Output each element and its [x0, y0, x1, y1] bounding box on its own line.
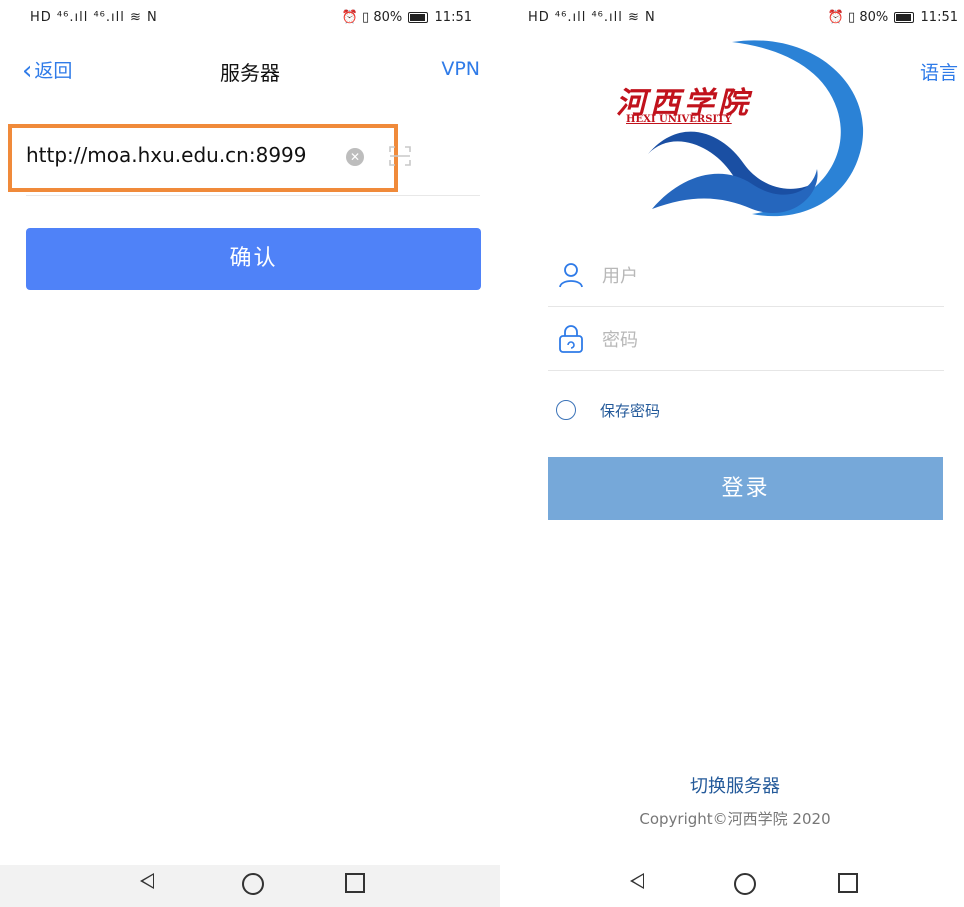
clear-icon[interactable]: ✕	[346, 148, 364, 166]
nav-bar: ‹ 返回 服务器 VPN	[0, 52, 500, 88]
language-button[interactable]: 语言	[920, 58, 958, 85]
user-icon	[559, 263, 583, 288]
status-right: ⏰ ▯ 80% 11:51	[828, 10, 958, 25]
login-button[interactable]: 登录	[548, 457, 943, 520]
system-nav-bar	[0, 865, 500, 907]
copyright-text: Copyright©河西学院 2020	[639, 810, 831, 828]
circle-home-icon	[242, 873, 264, 895]
page-title: 服务器	[220, 61, 280, 85]
status-bar: HD ⁴⁶.ıll ⁴⁶.ıll ≋ N ⏰ ▯ 80% 11:51	[0, 8, 500, 30]
server-settings-screen: HD ⁴⁶.ıll ⁴⁶.ıll ≋ N ⏰ ▯ 80% 11:51 ‹ 返回 服…	[0, 0, 500, 907]
input-divider	[26, 195, 480, 196]
password-row	[548, 310, 944, 371]
square-recents-icon	[838, 873, 858, 893]
battery-icon	[894, 12, 915, 23]
username-row	[548, 246, 944, 307]
square-recents-icon	[345, 873, 365, 893]
circle-home-icon	[734, 873, 756, 895]
system-home-button[interactable]	[734, 873, 756, 895]
triangle-back-icon	[630, 873, 644, 889]
login-screen: HD ⁴⁶.ıll ⁴⁶.ıll ≋ N ⏰ ▯ 80% 11:51 语言 河西…	[506, 0, 964, 907]
system-nav-bar	[506, 865, 964, 907]
clock: 11:51	[434, 10, 472, 25]
battery-percent: 80%	[373, 10, 403, 25]
university-logo: 河西学院 HEXI UNIVERSITY	[612, 34, 872, 224]
triangle-back-icon	[140, 873, 154, 889]
battery-icon	[408, 12, 429, 23]
system-back-button[interactable]	[630, 873, 644, 889]
status-left: HD ⁴⁶.ıll ⁴⁶.ıll ≋ N	[528, 10, 656, 25]
status-bar: HD ⁴⁶.ıll ⁴⁶.ıll ≋ N ⏰ ▯ 80% 11:51	[506, 8, 964, 30]
save-password-radio[interactable]	[556, 400, 576, 420]
vpn-button[interactable]: VPN	[441, 58, 480, 80]
save-password-label: 保存密码	[600, 402, 661, 420]
scan-icon[interactable]	[388, 144, 412, 168]
status-right: ⏰ ▯ 80% 11:51	[342, 10, 472, 25]
vibrate-icon: ▯	[848, 10, 856, 25]
server-url-input[interactable]	[26, 143, 340, 167]
alarm-icon: ⏰	[827, 10, 844, 25]
logo-english-name: HEXI UNIVERSITY	[626, 114, 732, 125]
ribbon-logo-graphic	[648, 40, 864, 217]
switch-server-link[interactable]: 切换服务器	[506, 772, 964, 798]
confirm-button[interactable]: 确认	[26, 228, 481, 290]
system-back-button[interactable]	[140, 873, 154, 889]
status-left: HD ⁴⁶.ıll ⁴⁶.ıll ≋ N	[30, 10, 158, 25]
system-recents-button[interactable]	[345, 873, 365, 893]
system-recents-button[interactable]	[838, 873, 858, 893]
vibrate-icon: ▯	[362, 10, 370, 25]
alarm-icon: ⏰	[341, 10, 358, 25]
system-home-button[interactable]	[242, 873, 264, 895]
password-input[interactable]	[602, 330, 922, 351]
lock-icon	[559, 325, 583, 353]
battery-percent: 80%	[859, 10, 889, 25]
clock: 11:51	[920, 10, 958, 25]
username-input[interactable]	[602, 266, 922, 287]
